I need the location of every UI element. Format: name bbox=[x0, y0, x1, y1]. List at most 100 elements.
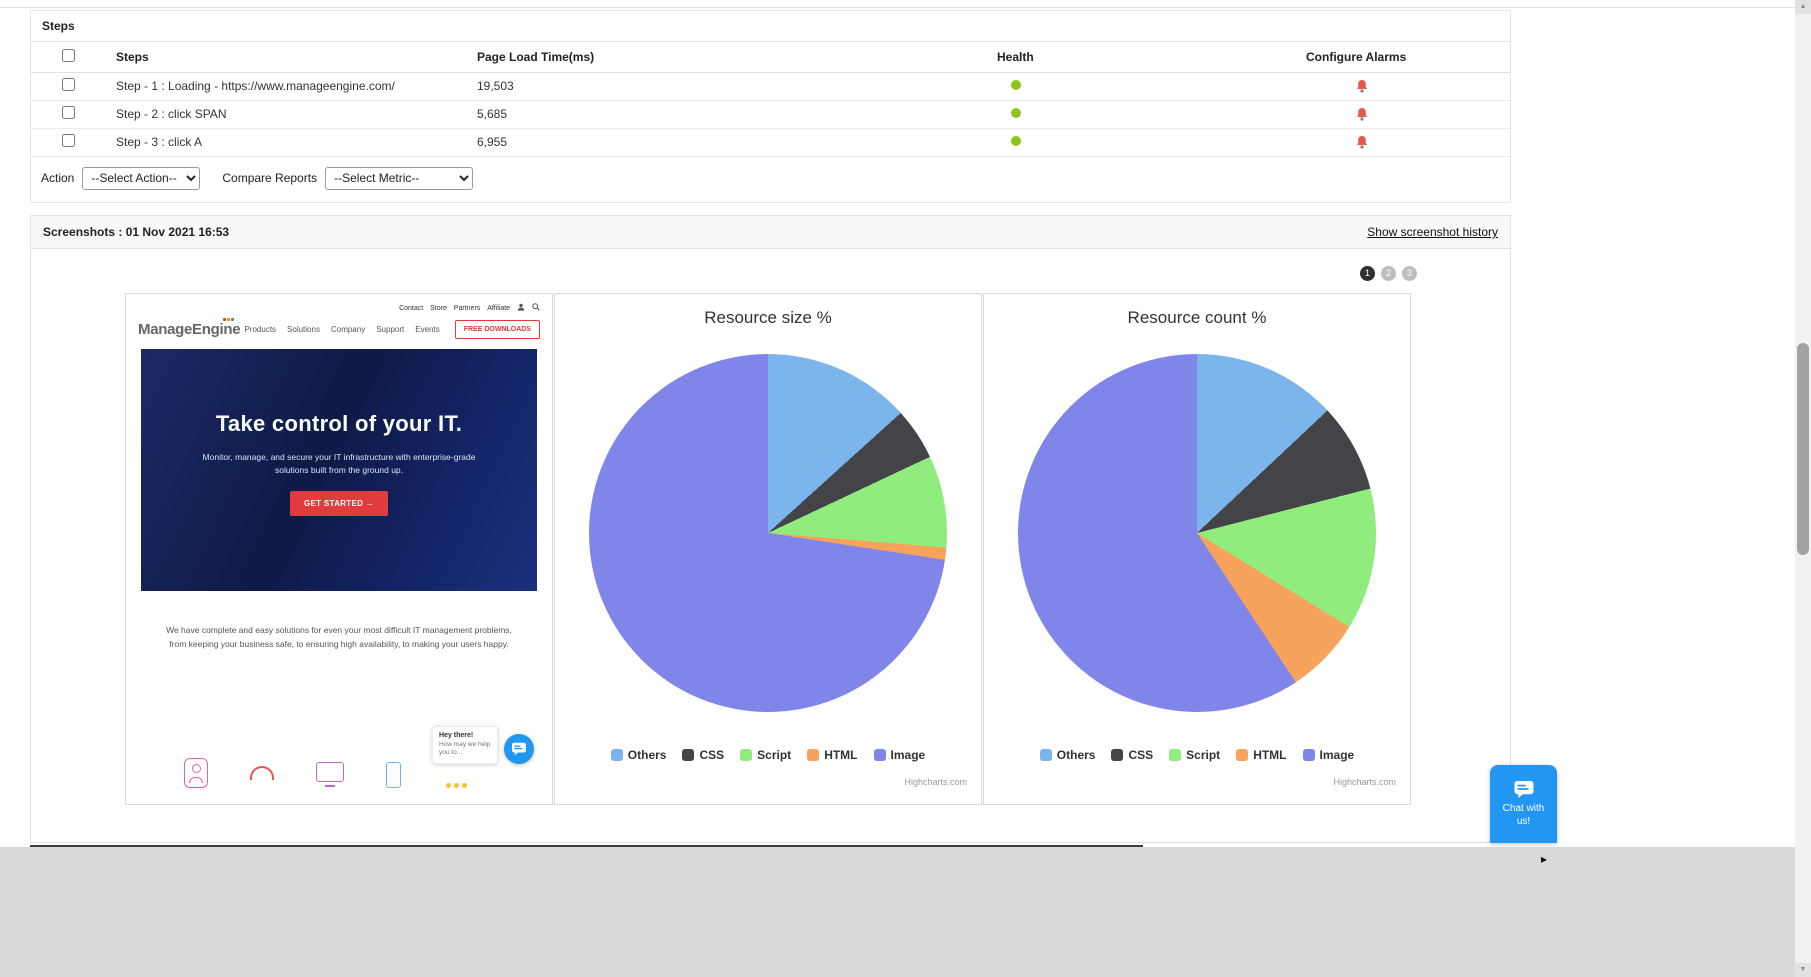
highcharts-credit-link[interactable]: Highcharts.com bbox=[904, 777, 967, 787]
resource-size-chart: Resource size % Others CSS Script HTML Image… bbox=[554, 293, 982, 805]
screenshot-panels: Contact Store Partners Affiliate ManageE… bbox=[125, 293, 1411, 805]
screenshots-body: 1 2 3 Contact Store Partners Affiliate bbox=[31, 249, 1510, 843]
me-nav-support: Support bbox=[376, 325, 404, 334]
me-link-contact: Contact bbox=[399, 305, 423, 312]
mobile-icon bbox=[386, 762, 401, 788]
manageengine-logo: ManageEngine bbox=[138, 321, 240, 338]
step-load-time: 19,503 bbox=[477, 72, 997, 100]
scroll-up-icon[interactable]: ▲ bbox=[1795, 0, 1811, 14]
get-started-button: GET STARTED → bbox=[290, 491, 388, 516]
screenshot-navbar: ManageEngine Products Solutions Company … bbox=[126, 312, 552, 349]
pagination-page-1[interactable]: 1 bbox=[1360, 266, 1375, 281]
chat-with-us-button[interactable]: Chat with us! bbox=[1490, 765, 1557, 843]
legend-item-script[interactable]: Script bbox=[740, 748, 791, 762]
chat-icon bbox=[1513, 780, 1535, 799]
legend-swatch bbox=[611, 749, 623, 761]
chat-popup-title: Hey there! bbox=[439, 732, 491, 739]
table-row[interactable]: Step - 1 : Loading - https://www.managee… bbox=[31, 72, 1510, 100]
legend-swatch bbox=[1303, 749, 1315, 761]
chat-widget-label: Chat with us! bbox=[1497, 803, 1551, 828]
free-downloads-button: FREE DOWNLOADS bbox=[455, 320, 540, 339]
show-screenshot-history-link[interactable]: Show screenshot history bbox=[1367, 225, 1498, 239]
screenshots-title: Screenshots : 01 Nov 2021 16:53 bbox=[43, 225, 229, 239]
person-icon bbox=[517, 303, 525, 311]
column-header-alarms: Configure Alarms bbox=[1306, 42, 1510, 72]
legend-item-css[interactable]: CSS bbox=[682, 748, 724, 762]
pagination-page-2[interactable]: 2 bbox=[1381, 266, 1396, 281]
configure-alarm-icon[interactable] bbox=[1356, 79, 1368, 93]
column-header-load-time: Page Load Time(ms) bbox=[477, 42, 997, 72]
resource-size-pie[interactable] bbox=[589, 354, 947, 712]
legend-item-others[interactable]: Others bbox=[1040, 748, 1096, 762]
table-row[interactable]: Step - 2 : click SPAN 5,685 bbox=[31, 100, 1510, 128]
step-name: Step - 1 : Loading - https://www.managee… bbox=[116, 72, 477, 100]
screenshot-hero-banner: Take control of your IT. Monitor, manage… bbox=[141, 349, 537, 591]
table-row[interactable]: Step - 3 : click A 6,955 bbox=[31, 128, 1510, 156]
legend-item-image[interactable]: Image bbox=[1303, 748, 1355, 762]
step-load-time: 5,685 bbox=[477, 100, 997, 128]
action-label: Action bbox=[41, 171, 74, 185]
vertical-scrollbar[interactable]: ▲ ▼ bbox=[1795, 0, 1811, 977]
configure-alarm-icon[interactable] bbox=[1356, 135, 1368, 149]
screenshot-top-links: Contact Store Partners Affiliate bbox=[126, 294, 552, 312]
me-nav-products: Products bbox=[244, 325, 276, 334]
row-checkbox[interactable] bbox=[62, 78, 75, 91]
screenshot-nav-links: Products Solutions Company Support Event… bbox=[244, 320, 540, 339]
chart-title: Resource count % bbox=[984, 308, 1410, 328]
search-icon bbox=[532, 303, 540, 311]
legend-label: HTML bbox=[824, 748, 857, 762]
health-status-dot bbox=[1011, 136, 1021, 146]
screenshot-chat-popup: Hey there! How may we help you to... bbox=[432, 724, 536, 790]
me-nav-solutions: Solutions bbox=[287, 325, 320, 334]
screenshot-description-text: We have complete and easy solutions for … bbox=[158, 623, 520, 652]
hero-title: Take control of your IT. bbox=[141, 411, 537, 437]
expand-arrow-icon[interactable]: ▸ bbox=[1541, 852, 1547, 866]
typing-dots-icon bbox=[446, 783, 467, 788]
select-all-checkbox[interactable] bbox=[62, 49, 75, 62]
configure-alarm-icon[interactable] bbox=[1356, 107, 1368, 121]
scrollbar-thumb[interactable] bbox=[1797, 343, 1809, 555]
legend-swatch bbox=[1111, 749, 1123, 761]
legend-item-image[interactable]: Image bbox=[874, 748, 926, 762]
row-checkbox[interactable] bbox=[62, 106, 75, 119]
health-status-dot bbox=[1011, 80, 1021, 90]
steps-section-title: Steps bbox=[31, 11, 1510, 42]
pagination-page-3[interactable]: 3 bbox=[1402, 266, 1417, 281]
me-link-affiliate: Affiliate bbox=[487, 305, 510, 312]
column-header-steps: Steps bbox=[116, 42, 477, 72]
step-name: Step - 2 : click SPAN bbox=[116, 100, 477, 128]
chart-title: Resource size % bbox=[555, 308, 981, 328]
compare-metric-select[interactable]: --Select Metric-- bbox=[325, 167, 473, 190]
legend-item-html[interactable]: HTML bbox=[807, 748, 857, 762]
action-select[interactable]: --Select Action-- bbox=[82, 167, 200, 190]
legend-swatch bbox=[1236, 749, 1248, 761]
screenshots-section: Screenshots : 01 Nov 2021 16:53 Show scr… bbox=[30, 215, 1511, 843]
person-card-icon bbox=[184, 758, 208, 788]
chat-bubble-icon bbox=[504, 734, 534, 764]
step-name: Step - 3 : click A bbox=[116, 128, 477, 156]
chat-popup-card: Hey there! How may we help you to... bbox=[432, 726, 498, 764]
table-header-row: Steps Page Load Time(ms) Health Configur… bbox=[31, 42, 1510, 72]
hero-subtitle: Monitor, manage, and secure your IT infr… bbox=[189, 451, 489, 477]
health-status-dot bbox=[1011, 108, 1021, 118]
legend-item-others[interactable]: Others bbox=[611, 748, 667, 762]
resource-count-pie[interactable] bbox=[1018, 354, 1376, 712]
step-screenshot-image[interactable]: Contact Store Partners Affiliate ManageE… bbox=[125, 293, 553, 805]
legend-label: Script bbox=[1186, 748, 1220, 762]
legend-item-script[interactable]: Script bbox=[1169, 748, 1220, 762]
me-link-store: Store bbox=[430, 305, 447, 312]
scroll-down-icon[interactable]: ▼ bbox=[1795, 963, 1811, 977]
legend-item-css[interactable]: CSS bbox=[1111, 748, 1153, 762]
screenshot-footer-icons bbox=[184, 758, 401, 788]
legend-swatch bbox=[1040, 749, 1052, 761]
screenshots-header: Screenshots : 01 Nov 2021 16:53 Show scr… bbox=[31, 216, 1510, 249]
legend-swatch bbox=[682, 749, 694, 761]
legend-label: CSS bbox=[699, 748, 724, 762]
legend-item-html[interactable]: HTML bbox=[1236, 748, 1286, 762]
legend-swatch bbox=[874, 749, 886, 761]
highcharts-credit-link[interactable]: Highcharts.com bbox=[1333, 777, 1396, 787]
action-bar: Action --Select Action-- Compare Reports… bbox=[31, 157, 1510, 202]
row-checkbox[interactable] bbox=[62, 134, 75, 147]
resource-count-chart: Resource count % Others CSS Script HTML Imag… bbox=[983, 293, 1411, 805]
chat-popup-text: How may we help you to... bbox=[439, 741, 491, 758]
